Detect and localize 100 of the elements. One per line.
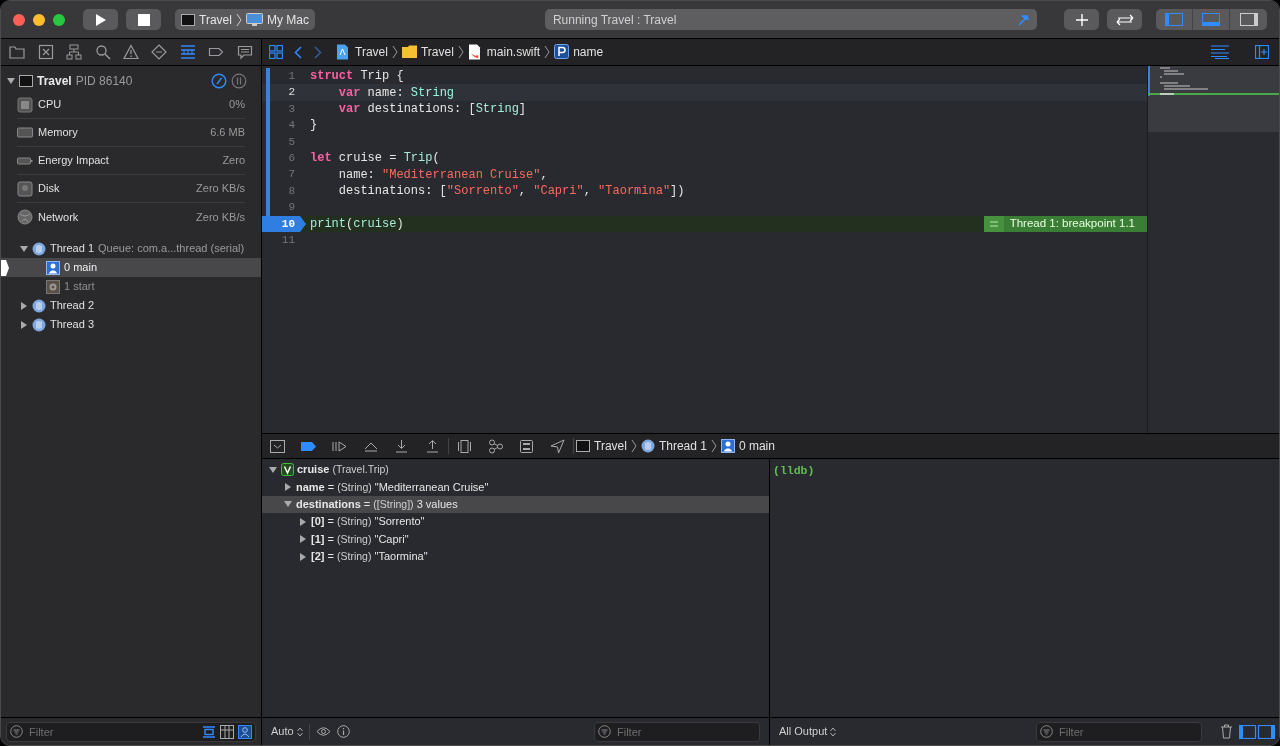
variable-row[interactable]: name = (String) "Mediterranean Cruise" <box>262 478 769 496</box>
split-view-icon[interactable] <box>1239 724 1275 739</box>
thread-icon <box>32 298 46 313</box>
gauge-icon[interactable] <box>211 73 227 89</box>
thread-icon <box>32 317 46 332</box>
search-icon[interactable] <box>94 44 111 60</box>
thread-name[interactable]: Thread 2 <box>50 297 95 314</box>
variable-row[interactable]: cruise (Travel.Trip) <box>262 461 769 479</box>
scheme-selector[interactable]: Travel My Mac <box>175 9 315 30</box>
code-review-button[interactable] <box>1107 9 1142 30</box>
chevron-icon <box>630 439 637 453</box>
output-popup[interactable]: All Output <box>779 723 837 740</box>
path-item[interactable]: Travel <box>401 43 454 61</box>
hammer-icon <box>1016 13 1029 26</box>
filter-field[interactable]: Filter <box>1036 721 1202 742</box>
pause-threads-icon[interactable] <box>231 73 247 89</box>
filter-field[interactable]: Filter <box>594 721 760 742</box>
filter-field[interactable]: Filter <box>6 721 256 742</box>
info-icon[interactable] <box>336 725 350 738</box>
run-button[interactable] <box>83 9 118 30</box>
view-hierarchy-icon[interactable] <box>457 438 472 454</box>
stack-frame[interactable]: 1 start <box>1 277 261 296</box>
gauge-row[interactable]: Memory 6.6 MB <box>17 119 245 147</box>
thread-name[interactable]: Thread 3 <box>50 316 95 333</box>
back-icon[interactable] <box>294 45 302 59</box>
variable-row[interactable]: [2] = (String) "Taormina" <box>262 547 769 566</box>
square-x-icon[interactable] <box>37 44 54 60</box>
speech-bubble-icon[interactable] <box>236 44 253 60</box>
gauge-row[interactable]: Energy Impact Zero <box>17 147 245 175</box>
disclosure-triangle-icon[interactable] <box>284 500 292 509</box>
gauge-row[interactable]: Disk Zero KB/s <box>17 175 245 203</box>
disclosure-triangle-icon[interactable] <box>284 483 292 492</box>
disclosure-triangle-icon[interactable] <box>20 244 28 253</box>
warning-icon[interactable] <box>122 44 139 60</box>
path-item[interactable]: 0 main <box>720 437 775 455</box>
gauge-row[interactable]: CPU 0% <box>17 91 245 119</box>
disclosure-triangle-icon[interactable] <box>299 517 307 526</box>
eye-icon[interactable] <box>315 726 331 737</box>
terminal-icon <box>181 13 195 26</box>
person-filter-icon[interactable] <box>238 724 252 739</box>
forward-icon[interactable] <box>314 45 322 59</box>
thread-queue: Queue: com.a...thread (serial) <box>98 241 245 257</box>
location-icon[interactable] <box>550 438 565 454</box>
add-button[interactable] <box>1064 9 1099 30</box>
disclosure-triangle-icon <box>7 77 15 85</box>
diamond-icon[interactable] <box>151 44 168 60</box>
gauge-row[interactable]: Network Zero KB/s <box>17 203 245 231</box>
environment-overrides-icon[interactable] <box>519 438 534 454</box>
hierarchy-icon[interactable] <box>66 44 83 60</box>
thread-name[interactable]: Thread 1 <box>50 240 95 257</box>
stop-icon <box>137 13 150 26</box>
lines-icon[interactable] <box>179 44 196 60</box>
stack-frame[interactable]: 0 main <box>1 258 261 277</box>
step-into-icon[interactable] <box>394 438 409 454</box>
memory-graph-icon[interactable] <box>488 438 503 454</box>
recent-filter-icon[interactable] <box>202 725 216 738</box>
person-icon <box>46 260 60 275</box>
grid-filter-icon[interactable] <box>220 724 234 739</box>
disclosure-triangle-icon[interactable] <box>299 535 307 544</box>
close-button[interactable] <box>13 13 25 26</box>
console-output: (lldb) <box>773 463 816 479</box>
scope-popup[interactable]: Auto <box>271 723 303 740</box>
navigator-toggle-icon[interactable] <box>1165 13 1183 26</box>
filter-icon <box>1040 725 1053 738</box>
code-line: name: "Mediterranean Cruise", <box>337 166 549 184</box>
up-down-caret-icon <box>296 726 303 737</box>
disclosure-triangle-icon[interactable] <box>20 320 28 329</box>
path-item[interactable]: Travel <box>576 437 627 455</box>
activity-view: Running Travel : Travel <box>544 9 1037 30</box>
zoom-button[interactable] <box>53 13 65 26</box>
trash-icon[interactable] <box>1220 724 1233 739</box>
code-line: var destinations: [String] <box>337 101 528 118</box>
path-item[interactable]: Travel <box>336 43 388 61</box>
path-item[interactable]: name <box>554 43 604 61</box>
path-item[interactable]: main.swift <box>467 43 541 61</box>
variable-row[interactable]: destinations = ([String]) 3 values <box>262 495 769 514</box>
disclosure-triangle-icon[interactable] <box>20 301 28 310</box>
folder-icon[interactable] <box>9 44 26 60</box>
add-editor-icon[interactable] <box>1255 45 1269 59</box>
continue-icon[interactable] <box>332 438 347 454</box>
inspector-toggle-icon[interactable] <box>1239 13 1258 26</box>
step-out-icon[interactable] <box>425 438 440 454</box>
hide-debug-area-icon[interactable] <box>270 438 285 454</box>
variable-row[interactable]: [1] = (String) "Capri" <box>262 530 769 548</box>
program-counter-icon <box>1 259 9 276</box>
stop-button[interactable] <box>126 9 161 30</box>
chevron-icon <box>544 45 551 59</box>
code-line: var name: String <box>337 84 456 102</box>
debug-area-toggle-icon[interactable] <box>1202 13 1220 26</box>
two-way-arrow-icon <box>1115 13 1134 26</box>
grid-icon[interactable] <box>269 45 283 59</box>
path-item[interactable]: Thread 1 <box>640 437 707 455</box>
minimap-toggle-icon[interactable] <box>1211 45 1229 59</box>
breakpoint-marker[interactable] <box>262 215 306 232</box>
minimize-button[interactable] <box>33 13 45 26</box>
code-line: } <box>309 117 319 135</box>
disclosure-triangle-icon[interactable] <box>299 552 307 561</box>
disclosure-triangle-icon[interactable] <box>269 465 277 474</box>
variable-row[interactable]: [0] = (String) "Sorrento" <box>262 513 769 531</box>
line-number: 11 <box>281 233 295 249</box>
